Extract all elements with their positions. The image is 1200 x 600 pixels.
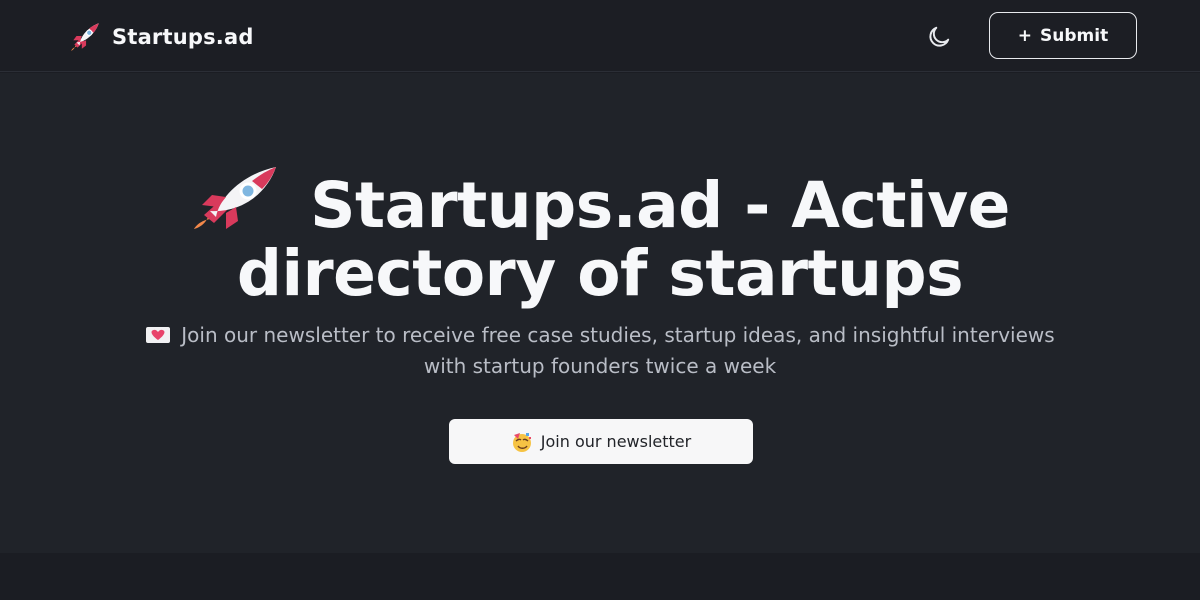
submit-label: Submit bbox=[1040, 25, 1109, 46]
hero-subtitle-text: Join our newsletter to receive free case… bbox=[181, 323, 1055, 378]
join-newsletter-label: Join our newsletter bbox=[540, 432, 692, 451]
rocket-icon bbox=[71, 23, 99, 51]
plus-icon: + bbox=[1017, 25, 1033, 46]
hero-title-text: Startups.ad - Active directory of startu… bbox=[236, 169, 1010, 310]
page-bottom bbox=[0, 553, 1200, 600]
moon-icon bbox=[929, 26, 950, 47]
brand-home-link[interactable]: Startups.ad bbox=[68, 20, 254, 54]
hero-title: Startups.ad - Active directory of startu… bbox=[150, 165, 1050, 308]
submit-button[interactable]: + Submit bbox=[989, 12, 1137, 59]
party-icon bbox=[512, 432, 531, 452]
navbar: Startups.ad + Submit bbox=[0, 0, 1200, 72]
brand-name: Startups.ad bbox=[112, 25, 254, 49]
hero-section: Startups.ad - Active directory of startu… bbox=[0, 73, 1200, 553]
theme-toggle[interactable] bbox=[922, 20, 956, 54]
join-newsletter-button[interactable]: Join our newsletter bbox=[449, 419, 753, 464]
love-letter-icon bbox=[146, 327, 171, 343]
hero-subtitle: Join our newsletter to receive free case… bbox=[140, 320, 1060, 382]
rocket-icon bbox=[194, 167, 277, 229]
